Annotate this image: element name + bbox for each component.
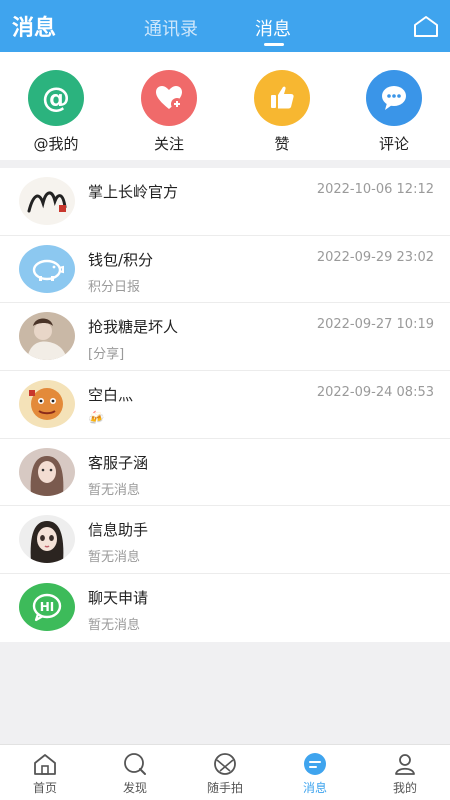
bottom-nav: 首页 发现 随手拍 消息 我的 — [0, 744, 450, 800]
message-name: 掌上长岭官方 — [88, 183, 179, 201]
nav-camera-label: 随手拍 — [206, 781, 243, 795]
message-preview: 暂无消息 — [88, 618, 141, 634]
follow-button[interactable]: 关注 — [129, 70, 209, 154]
svg-text:HI: HI — [40, 600, 55, 614]
likes-button[interactable]: 赞 — [242, 70, 322, 154]
message-preview: 暂无消息 — [88, 550, 141, 566]
message-time: 2022-09-27 10:19 — [316, 317, 434, 333]
follow-label: 关注 — [153, 135, 184, 153]
nav-home-label: 首页 — [32, 781, 57, 795]
message-name: 信息助手 — [88, 521, 149, 540]
user-avatar — [19, 380, 75, 429]
comments-label: 评论 — [378, 135, 409, 153]
tab-messages[interactable]: 消息 — [255, 15, 291, 41]
nav-camera[interactable]: 随手拍 — [195, 751, 255, 796]
message-time: 2022-10-06 12:12 — [316, 182, 434, 197]
nav-messages-label: 消息 — [302, 781, 327, 795]
nav-discover-label: 发现 — [122, 781, 147, 795]
profile-icon — [395, 754, 415, 775]
message-time: 2022-09-24 08:53 — [316, 385, 434, 401]
message-preview: [分享] — [88, 347, 125, 363]
user-avatar — [19, 447, 75, 496]
message-name: 客服子涵 — [88, 453, 149, 472]
nav-discover[interactable]: 发现 — [105, 751, 165, 796]
list-item[interactable]: 空白灬 🍻 2022-09-24 08:53 — [0, 371, 450, 439]
camera-icon — [214, 753, 236, 775]
at-icon: @ — [28, 70, 84, 126]
nav-messages[interactable]: 消息 — [285, 751, 345, 796]
top-header: 消息 通讯录 消息 — [0, 0, 450, 52]
list-item[interactable]: 信息助手 暂无消息 — [0, 506, 450, 575]
message-icon — [304, 753, 326, 775]
home-outline-icon[interactable] — [412, 14, 440, 38]
message-name: 聊天申请 — [88, 589, 149, 608]
tab-contacts[interactable]: 通讯录 — [144, 15, 198, 41]
nav-home[interactable]: 首页 — [15, 751, 75, 796]
user-avatar — [19, 515, 75, 564]
home-icon — [34, 754, 56, 775]
message-preview: 🍻 — [88, 411, 105, 427]
nav-profile-label: 我的 — [392, 781, 417, 795]
nav-profile[interactable]: 我的 — [375, 751, 435, 796]
comments-button[interactable]: 评论 — [354, 70, 434, 154]
at-me-label: @我的 — [33, 135, 79, 153]
list-item[interactable]: 钱包/积分 积分日报 2022-09-29 23:02 — [0, 236, 450, 304]
active-tab-indicator — [264, 43, 284, 46]
heart-plus-icon — [141, 70, 197, 126]
list-item[interactable]: 抢我糖是坏人 [分享] 2022-09-27 10:19 — [0, 303, 450, 372]
quick-actions-bar: @ @我的 关注 赞 评论 — [0, 52, 450, 160]
comment-icon — [366, 70, 422, 126]
discover-icon — [124, 753, 146, 775]
piggy-bank-icon — [19, 244, 75, 293]
page-title: 消息 — [12, 16, 57, 41]
list-item[interactable]: HI 聊天申请 暂无消息 — [0, 574, 450, 642]
svg-text:@: @ — [42, 81, 70, 114]
list-item[interactable]: 客服子涵 暂无消息 — [0, 439, 450, 507]
message-name: 空白灬 — [88, 386, 134, 405]
message-preview: 积分日报 — [88, 279, 141, 295]
message-name: 抢我糖是坏人 — [88, 318, 179, 337]
message-preview: 暂无消息 — [88, 482, 141, 498]
changling-logo-icon — [19, 177, 75, 225]
list-item[interactable]: 掌上长岭官方 2022-10-06 12:12 — [0, 168, 450, 236]
at-me-button[interactable]: @ @我的 — [16, 70, 96, 154]
likes-label: 赞 — [274, 135, 290, 153]
message-name: 钱包/积分 — [88, 250, 154, 269]
hi-chat-icon: HI — [19, 583, 75, 632]
message-list: 掌上长岭官方 2022-10-06 12:12 钱包/积分 积分日报 2022-… — [0, 168, 450, 642]
thumbs-up-icon — [254, 70, 310, 126]
user-avatar — [19, 312, 75, 361]
message-time: 2022-09-29 23:02 — [316, 249, 434, 265]
